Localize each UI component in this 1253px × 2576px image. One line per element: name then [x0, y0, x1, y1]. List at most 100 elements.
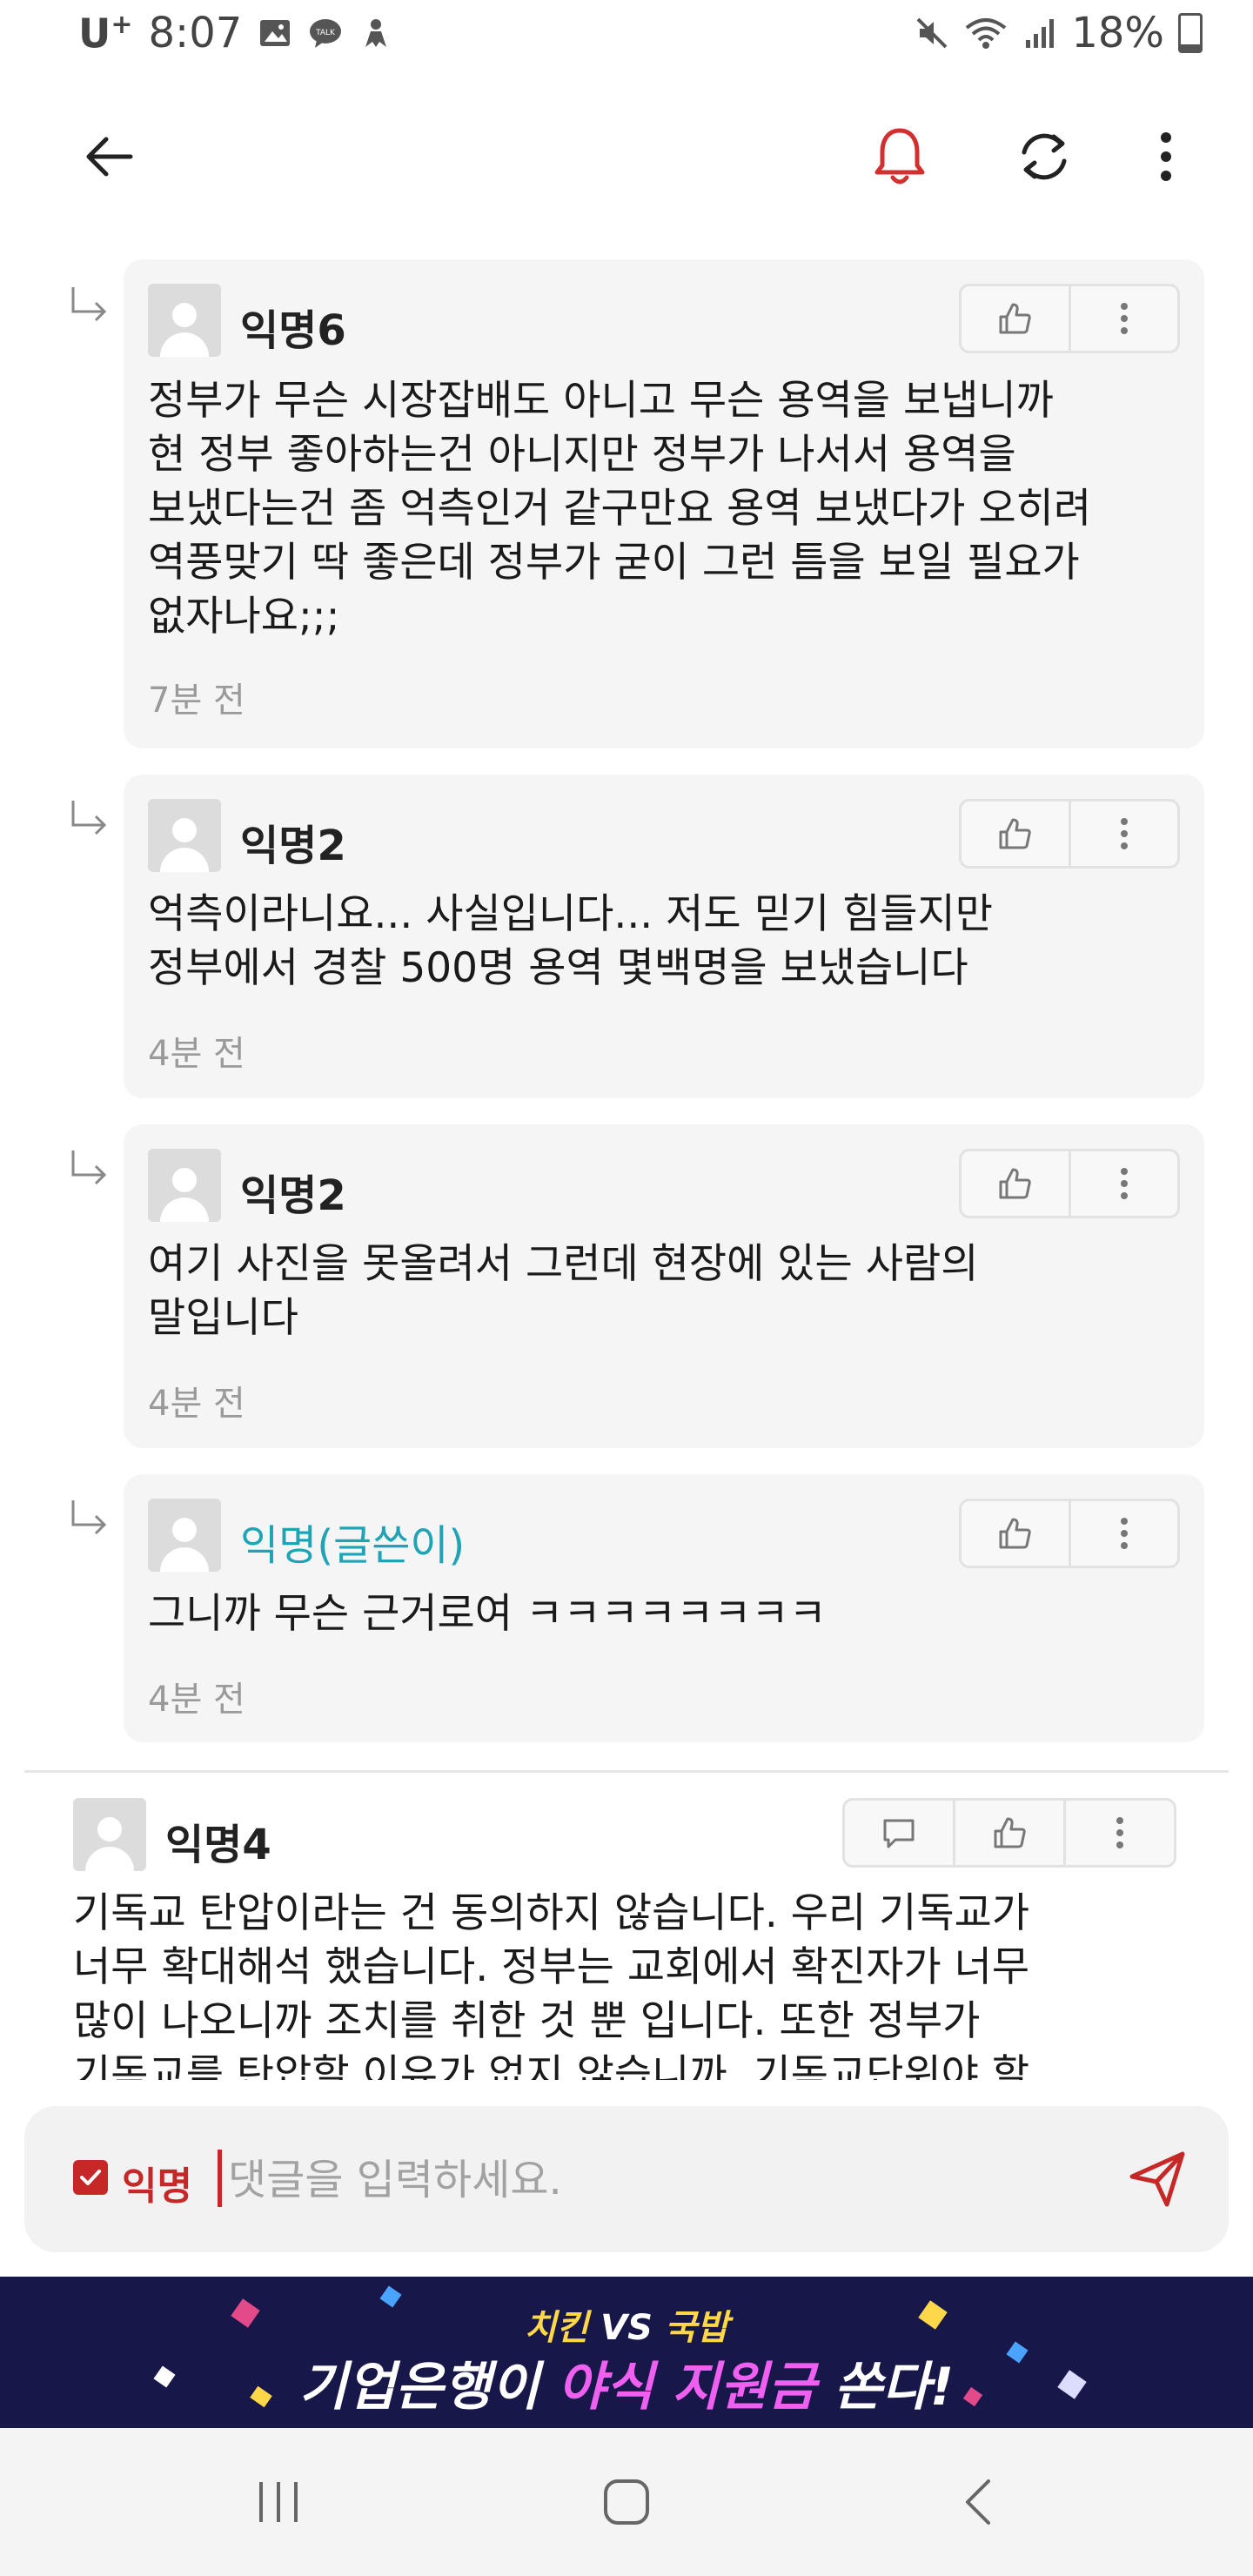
more-menu-button[interactable]: [1131, 122, 1201, 191]
comment-actions: [959, 1149, 1180, 1218]
thumbs-up-icon: [999, 1518, 1031, 1549]
send-icon: [1129, 2151, 1185, 2207]
avatar: [148, 1149, 221, 1222]
comment-actions: [959, 284, 1180, 353]
comment-time: 4분 전: [148, 1384, 245, 1424]
anonymous-checkbox[interactable]: [73, 2160, 108, 2195]
ad-text-subsidy: 야식 지원금: [557, 2357, 816, 2418]
back-nav-button[interactable]: [926, 2463, 1030, 2541]
image-icon: [260, 20, 291, 46]
signal-icon: [1026, 19, 1055, 48]
ad-text-bank: 기업은행이: [298, 2357, 558, 2418]
top-level-comment: 익명4 기독교 탄압이라는 건 동의하지 않습니다. 우리 기독교가 너무 확대…: [0, 1775, 1253, 2080]
anonymous-label: 익명: [122, 2164, 192, 2209]
comment-text: 억측이라니요... 사실입니다... 저도 믿기 힘들지만 정부에서 경찰 50…: [148, 890, 993, 992]
thumbs-up-icon: [999, 1168, 1031, 1199]
comment-author-op: 익명(글쓴이): [240, 1521, 466, 1570]
comment-input-bar: 익명: [24, 2106, 1229, 2252]
thumbs-up-icon: [994, 1817, 1026, 1848]
status-bar: U+ 8:07 TALK 18%: [0, 0, 1253, 78]
comment-more-button[interactable]: [1068, 802, 1178, 866]
avatar: [148, 1499, 221, 1572]
reply-card: 익명2 억측이라니요... 사실입니다... 저도 믿기 힘들지만 정부에서 경…: [124, 775, 1204, 1098]
avatar: [148, 799, 221, 872]
comment-actions: [842, 1798, 1176, 1868]
speech-bubble-icon: [883, 1819, 915, 1848]
divider: [24, 1770, 1229, 1773]
talk-icon: TALK: [310, 19, 342, 48]
status-left: U+ 8:07 TALK: [78, 9, 393, 57]
home-button[interactable]: [574, 2463, 679, 2541]
battery-percent: 18%: [1071, 9, 1164, 57]
thumbs-up-icon: [999, 818, 1031, 849]
more-vertical-icon: [1120, 1518, 1128, 1549]
reply-card: 익명6 정부가 무슨 시장잡배도 아니고 무슨 용역을 보냅니까 현 정부 좋아…: [124, 259, 1204, 748]
comment-text: 여기 사진을 못올려서 그런데 현장에 있는 사람의 말입니다: [148, 1240, 979, 1342]
ad-headline: 치킨 VS 국밥: [0, 2299, 1253, 2350]
comment-more-button[interactable]: [1063, 1801, 1174, 1865]
comment-time: 4분 전: [148, 1034, 245, 1074]
comment-input[interactable]: [226, 2146, 1013, 2214]
mute-icon: [916, 17, 948, 49]
system-nav-bar: [0, 2428, 1253, 2576]
refresh-button[interactable]: [1009, 122, 1079, 191]
like-button[interactable]: [962, 286, 1069, 351]
like-button[interactable]: [962, 802, 1069, 866]
svg-text:TALK: TALK: [315, 29, 336, 37]
carrier-text: U: [78, 10, 111, 57]
text-caret: [218, 2150, 222, 2207]
like-button[interactable]: [953, 1801, 1063, 1865]
home-icon: [604, 2479, 649, 2525]
ad-text-gukbap: 국밥: [664, 2308, 729, 2348]
reply-indicator-icon: [71, 287, 107, 322]
ad-text-shoot: 쏜다!: [815, 2357, 955, 2418]
recent-apps-button[interactable]: [226, 2463, 331, 2541]
top-toolbar: [0, 104, 1253, 209]
send-button[interactable]: [1121, 2143, 1194, 2216]
ad-text-vs: VS: [588, 2308, 665, 2348]
reply-button[interactable]: [845, 1801, 953, 1865]
app-icon: [365, 19, 387, 47]
reply-card: 익명2 여기 사진을 못올려서 그런데 현장에 있는 사람의 말입니다 4분 전: [124, 1124, 1204, 1448]
comment-author: 익명2: [240, 822, 346, 870]
carrier-label: U+: [78, 10, 133, 57]
more-vertical-icon: [1120, 818, 1128, 849]
comment-time: 4분 전: [148, 1680, 245, 1720]
reply-indicator-icon: [71, 801, 107, 835]
comment-actions: [959, 1499, 1180, 1568]
carrier-sup: +: [111, 9, 133, 40]
ad-text-chicken: 치킨: [524, 2308, 589, 2348]
recent-apps-icon: [259, 2482, 298, 2522]
status-right: 18%: [915, 9, 1203, 57]
comment-more-button[interactable]: [1068, 1151, 1178, 1216]
reply-card: 익명(글쓴이) 그니까 무슨 근거로여 ㅋㅋㅋㅋㅋㅋㅋㅋ 4분 전: [124, 1474, 1204, 1742]
more-vertical-icon: [1116, 1817, 1123, 1848]
bell-icon: [874, 128, 925, 184]
reply-indicator-icon: [71, 1500, 107, 1535]
more-vertical-icon: [1120, 1168, 1128, 1199]
back-button[interactable]: [75, 122, 144, 191]
back-arrow-icon: [86, 137, 133, 177]
comment-text: 기독교 탄압이라는 건 동의하지 않습니다. 우리 기독교가 너무 확대해석 했…: [73, 1889, 1030, 2080]
comment-author: 익명2: [240, 1171, 346, 1220]
comment-author: 익명4: [165, 1821, 271, 1869]
comment-time: 7분 전: [148, 681, 245, 721]
comment-text: 그니까 무슨 근거로여 ㅋㅋㅋㅋㅋㅋㅋㅋ: [148, 1590, 827, 1638]
battery-icon: [1178, 13, 1203, 53]
back-chevron-icon: [966, 2479, 990, 2525]
ad-banner[interactable]: 치킨 VS 국밥 기업은행이 야식 지원금 쏜다!: [0, 2277, 1253, 2428]
avatar: [73, 1798, 146, 1871]
more-vertical-icon: [1120, 303, 1128, 334]
refresh-icon: [1022, 133, 1067, 180]
like-button[interactable]: [962, 1151, 1069, 1216]
wifi-icon: [966, 18, 1007, 49]
like-button[interactable]: [962, 1501, 1069, 1566]
ad-subheadline: 기업은행이 야식 지원금 쏜다!: [0, 2345, 1253, 2420]
reply-indicator-icon: [71, 1150, 107, 1185]
notification-button[interactable]: [865, 122, 935, 191]
comment-author: 익명6: [240, 306, 346, 355]
comment-more-button[interactable]: [1068, 286, 1178, 351]
comment-more-button[interactable]: [1068, 1501, 1178, 1566]
thumbs-up-icon: [999, 303, 1031, 334]
comment-actions: [959, 799, 1180, 869]
